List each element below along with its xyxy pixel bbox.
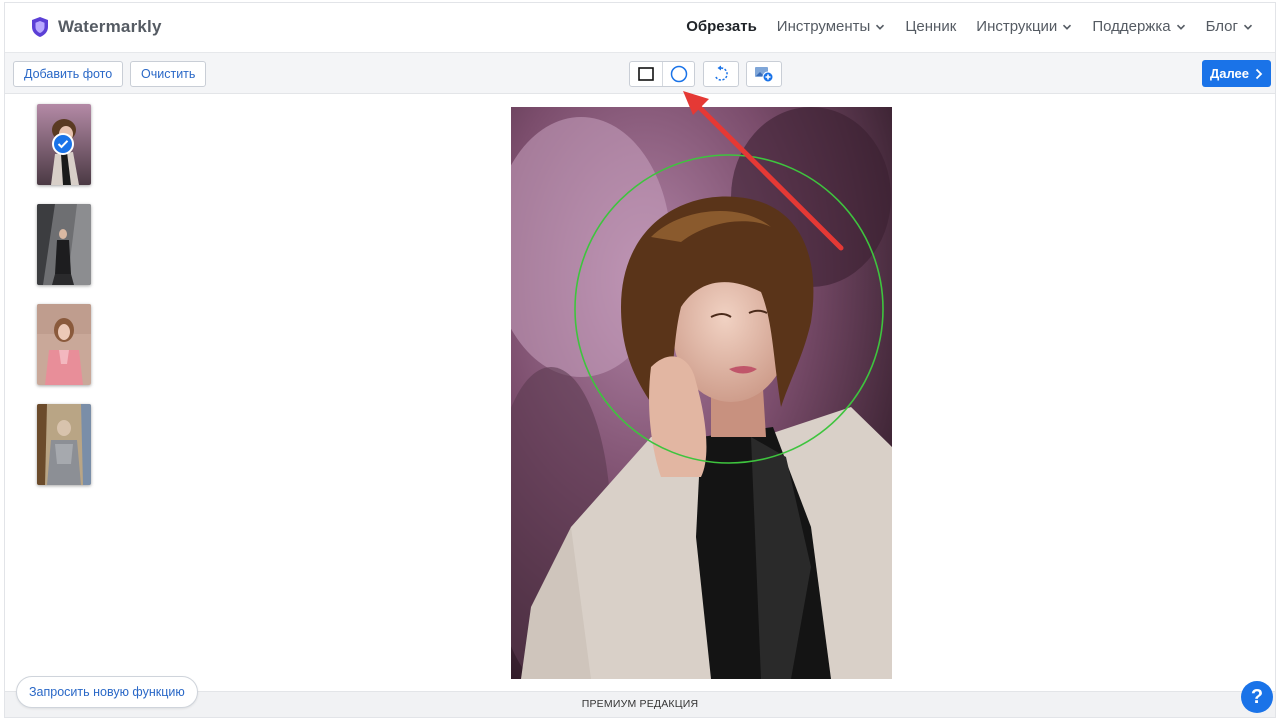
nav-item-pricing[interactable]: Ценник — [905, 18, 956, 35]
thumbnail-image — [37, 304, 91, 385]
add-photo-button[interactable]: Добавить фото — [13, 61, 124, 87]
editor-canvas-photo[interactable] — [511, 107, 892, 679]
shield-icon — [32, 17, 48, 37]
brand-name: Watermarkly — [58, 17, 162, 36]
clear-button[interactable]: Очистить — [130, 61, 207, 87]
nav-item-label: Блог — [1205, 18, 1238, 35]
thumbnail-image — [37, 204, 91, 285]
portrait-photo — [511, 107, 892, 679]
rectangle-crop-button[interactable] — [630, 62, 662, 86]
add-image-icon — [755, 67, 774, 83]
nav-item-label: Обрезать — [686, 18, 757, 35]
rectangle-crop-icon — [638, 67, 654, 81]
thumbnail-photo-4[interactable] — [37, 404, 91, 485]
nav-item-instructions[interactable]: Инструкции — [976, 18, 1072, 35]
help-button[interactable]: ? — [1241, 681, 1273, 713]
main-menu: Обрезать Инструменты Ценник Инструкции П… — [686, 18, 1253, 35]
nav-item-label: Инструменты — [776, 18, 871, 35]
thumbnail-photo-2[interactable] — [37, 204, 91, 285]
brand[interactable]: Watermarkly — [31, 16, 162, 38]
nav-item-label: Поддержка — [1092, 18, 1171, 35]
top-navigation: Watermarkly Обрезать Инструменты Ценник … — [5, 3, 1275, 53]
nav-item-crop[interactable]: Обрезать — [686, 18, 757, 35]
nav-item-tools[interactable]: Инструменты — [777, 18, 886, 35]
chevron-down-icon — [1063, 24, 1072, 30]
crop-shape-selector — [629, 61, 695, 87]
selected-check-icon — [52, 133, 74, 155]
nav-item-support[interactable]: Поддержка — [1092, 18, 1185, 35]
chevron-down-icon — [1243, 24, 1253, 30]
nav-item-label: Ценник — [905, 18, 957, 35]
chevron-right-icon — [1255, 68, 1263, 79]
request-feature-button[interactable]: Запросить новую функцию — [16, 676, 198, 708]
thumbnail-photo-3[interactable] — [37, 304, 91, 385]
thumbnail-photo-1[interactable] — [37, 104, 91, 185]
help-icon: ? — [1250, 685, 1264, 708]
next-button[interactable]: Далее — [1202, 60, 1271, 87]
editor-toolbar: Добавить фото Очистить Далее — [5, 53, 1275, 94]
chevron-down-icon — [1176, 24, 1185, 30]
rotate-button[interactable] — [703, 61, 739, 87]
chevron-down-icon — [876, 24, 885, 30]
rotate-icon — [714, 65, 728, 81]
add-image-button[interactable] — [746, 61, 782, 87]
nav-item-label: Инструкции — [976, 18, 1058, 35]
circle-crop-icon — [670, 65, 687, 83]
thumbnail-image — [37, 404, 91, 485]
next-button-label: Далее — [1209, 66, 1250, 81]
circle-crop-button[interactable] — [662, 62, 694, 86]
app-window: Watermarkly Обрезать Инструменты Ценник … — [4, 2, 1276, 718]
nav-item-blog[interactable]: Блог — [1206, 18, 1253, 35]
